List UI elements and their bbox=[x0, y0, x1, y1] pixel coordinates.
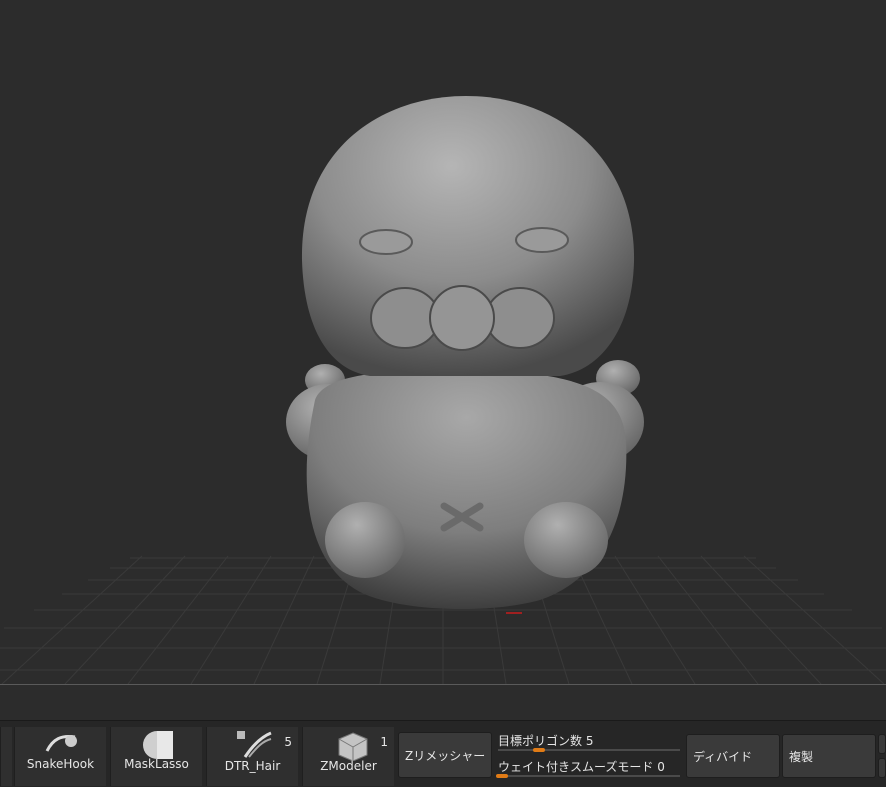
edge-button-top[interactable] bbox=[878, 734, 886, 754]
horizon-line bbox=[0, 684, 886, 685]
brush-label: SnakeHook bbox=[26, 757, 95, 771]
duplicate-label: 複製 bbox=[789, 749, 814, 764]
weighted-smooth-knob[interactable] bbox=[496, 774, 508, 778]
brush-dtr-hair[interactable]: DTR_Hair 5 bbox=[206, 727, 298, 786]
weighted-smooth-value: 0 bbox=[657, 760, 665, 774]
weighted-smooth-label: ウェイト付きスムーズモード 0 bbox=[498, 760, 665, 774]
brush-zmodeler[interactable]: ZModeler 1 bbox=[302, 727, 394, 786]
zmodeler-brush-icon bbox=[338, 732, 368, 761]
target-polygons-slider[interactable] bbox=[498, 749, 680, 751]
brush-count: 1 bbox=[380, 735, 388, 749]
brush-label: MaskLasso bbox=[124, 757, 189, 771]
target-polygons-knob[interactable] bbox=[533, 748, 545, 752]
divide-label: ディバイド bbox=[693, 749, 753, 764]
edge-button-bottom[interactable] bbox=[878, 758, 886, 778]
brush-slot-left[interactable] bbox=[0, 727, 12, 786]
model-render bbox=[0, 96, 886, 685]
target-polygons-value: 5 bbox=[585, 734, 594, 748]
canvas-viewport[interactable] bbox=[0, 0, 886, 720]
dtr-hair-brush-icon bbox=[237, 731, 272, 758]
zremesher-button[interactable]: Zリメッシャー bbox=[398, 732, 492, 778]
weighted-smooth-slider[interactable] bbox=[498, 775, 680, 777]
brush-snakehook[interactable]: SnakeHook bbox=[14, 727, 106, 786]
duplicate-button[interactable]: 複製 bbox=[782, 734, 876, 778]
brush-count: 5 bbox=[284, 735, 292, 749]
divide-button[interactable]: ディバイド bbox=[686, 734, 780, 778]
brush-label: DTR_Hair bbox=[224, 759, 281, 773]
brush-label: ZModeler bbox=[320, 759, 377, 773]
zremesher-label: Zリメッシャー bbox=[405, 748, 486, 763]
snakehook-brush-icon bbox=[45, 735, 77, 752]
brush-masklasso[interactable]: MaskLasso bbox=[110, 727, 202, 786]
target-polygons-label: 目標ポリゴン数 5 bbox=[498, 734, 594, 748]
